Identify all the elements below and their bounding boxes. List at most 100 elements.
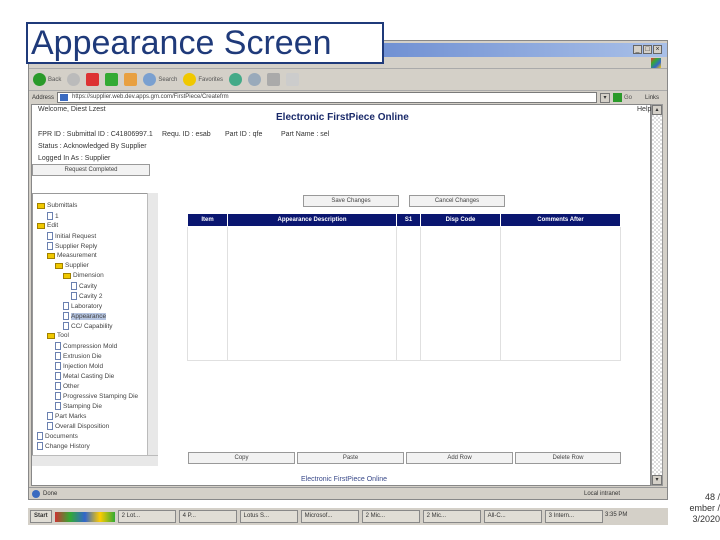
zone-label: Local intranet: [584, 491, 621, 497]
links-button[interactable]: Links: [645, 95, 659, 101]
tree-item[interactable]: CC/ Capability: [63, 322, 113, 330]
scroll-down-button[interactable]: ▾: [652, 475, 662, 485]
back-arrow-icon: [33, 73, 46, 86]
search-button[interactable]: Search: [143, 73, 177, 86]
tree-item[interactable]: Initial Request: [47, 232, 96, 240]
tree-item[interactable]: Appearance: [63, 312, 107, 320]
add-row-button[interactable]: Add Row: [406, 452, 513, 464]
quick-launch-icons[interactable]: [54, 511, 115, 522]
help-link[interactable]: Help: [637, 106, 651, 113]
taskbar-item[interactable]: 4 P...: [178, 510, 237, 523]
document-icon: [37, 432, 43, 440]
close-button[interactable]: ×: [653, 45, 662, 54]
tree-item-label: Progressive Stamping Die: [63, 392, 139, 400]
taskbar-item[interactable]: Microsof...: [300, 510, 359, 523]
tree-item[interactable]: Compression Mold: [55, 342, 117, 350]
tree-item-label: Cavity 2: [79, 292, 103, 300]
vertical-scrollbar[interactable]: ▴ ▾: [651, 104, 663, 486]
table-row: [187, 226, 621, 361]
tree-item[interactable]: Cavity 2: [71, 292, 102, 300]
footer-text: Electronic FirstPiece Online: [301, 476, 387, 483]
tree-hscrollbar[interactable]: [32, 455, 158, 466]
copy-button[interactable]: Copy: [188, 452, 295, 464]
stop-icon[interactable]: [86, 73, 100, 86]
tree-scrollbar[interactable]: [147, 193, 158, 455]
slide-footer: 48 / ember / 3/2020: [674, 492, 720, 525]
cancel-changes-button[interactable]: Cancel Changes: [409, 195, 505, 207]
save-changes-button[interactable]: Save Changes: [303, 195, 399, 207]
star-icon: [183, 73, 197, 86]
tree-item[interactable]: Documents: [37, 432, 78, 440]
address-dropdown[interactable]: ▾: [600, 92, 611, 103]
tree-item[interactable]: Overall Disposition: [47, 422, 109, 430]
tree-item[interactable]: Progressive Stamping Die: [55, 392, 138, 400]
taskbar-item[interactable]: 3 Intern...: [544, 510, 603, 523]
paste-button[interactable]: Paste: [297, 452, 404, 464]
start-button[interactable]: Start: [30, 510, 52, 523]
document-icon: [55, 382, 61, 390]
go-button[interactable]: Go: [613, 93, 632, 102]
url-input[interactable]: https://supplier.web.dev.apps.gm.com/Fir…: [57, 92, 598, 103]
tree-item[interactable]: Measurement: [47, 252, 97, 259]
page-icon: [60, 94, 69, 101]
document-icon: [55, 392, 61, 400]
scroll-up-button[interactable]: ▴: [652, 105, 662, 115]
tree-item-label: Supplier Reply: [55, 242, 98, 250]
minimize-button[interactable]: _: [633, 45, 642, 54]
part-id: Part ID : qfe: [225, 131, 263, 138]
mail-icon[interactable]: [248, 73, 262, 86]
tree-item[interactable]: Supplier: [55, 262, 89, 269]
fpr-id: FPR ID : Submittal ID : C41806997.1: [38, 131, 153, 138]
tree-item[interactable]: Cavity: [71, 282, 97, 290]
tree-item[interactable]: Change History: [37, 442, 90, 450]
refresh-icon[interactable]: [105, 73, 119, 86]
tree-item[interactable]: Laboratory: [63, 302, 102, 310]
tree-item[interactable]: Other: [55, 382, 79, 390]
taskbar-item[interactable]: 2 Lot...: [117, 510, 176, 523]
request-id: Requ. ID : esab: [162, 131, 211, 138]
taskbar-item[interactable]: 2 Mic...: [361, 510, 420, 523]
appearance-table: Item Appearance Description S1 Disp Code…: [187, 213, 621, 361]
slide-number: 48 /: [704, 492, 720, 502]
tree-item-label: Dimension: [73, 272, 104, 279]
taskbar-item[interactable]: Lotus S...: [239, 510, 298, 523]
request-completed-button[interactable]: Request Completed: [32, 164, 150, 176]
tree-item-label: 1: [55, 212, 59, 220]
taskbar: Start 2 Lot... 4 P... Lotus S... Microsof..…: [28, 508, 668, 525]
maximize-button[interactable]: □: [643, 45, 652, 54]
tree-item[interactable]: Metal Casting Die: [55, 372, 114, 380]
document-icon: [55, 352, 61, 360]
back-button[interactable]: Back: [33, 73, 61, 86]
home-icon[interactable]: [124, 73, 138, 86]
tree-item[interactable]: Stamping Die: [55, 402, 102, 410]
address-bar: Address https://supplier.web.dev.apps.gm…: [29, 91, 667, 104]
tree-item[interactable]: Extrusion Die: [55, 352, 102, 360]
tree-item[interactable]: Part Marks: [47, 412, 86, 420]
tree-item[interactable]: Dimension: [63, 272, 104, 279]
go-arrow-icon: [613, 93, 623, 102]
windows-logo-icon: [651, 58, 661, 68]
logged-in-text: Logged In As : Supplier: [38, 155, 111, 162]
document-icon: [63, 322, 69, 330]
tree-item[interactable]: Supplier Reply: [47, 242, 97, 250]
tree-item[interactable]: Tool: [47, 332, 69, 339]
edit-icon[interactable]: [286, 73, 300, 86]
media-icon[interactable]: [229, 73, 243, 86]
tree-item[interactable]: Injection Mold: [55, 362, 103, 370]
forward-icon[interactable]: [67, 73, 81, 86]
column-header-item: Item: [187, 213, 228, 227]
favorites-button[interactable]: Favorites: [183, 73, 223, 86]
tree-item-label: Overall Disposition: [55, 422, 110, 430]
folder-icon: [47, 332, 55, 339]
delete-row-button[interactable]: Delete Row: [515, 452, 621, 464]
tree-item[interactable]: 1: [47, 212, 59, 220]
tree-item[interactable]: Edit: [37, 222, 58, 229]
tree-item[interactable]: Submittals: [37, 202, 77, 209]
part-name: Part Name : sel: [281, 131, 330, 138]
clock: 3:35 PM: [605, 512, 628, 518]
document-icon: [47, 212, 53, 220]
taskbar-item[interactable]: All-C...: [483, 510, 542, 523]
taskbar-item[interactable]: 2 Mic...: [422, 510, 481, 523]
print-icon[interactable]: [267, 73, 281, 86]
toolbar: Back Search Favorites: [29, 69, 667, 91]
